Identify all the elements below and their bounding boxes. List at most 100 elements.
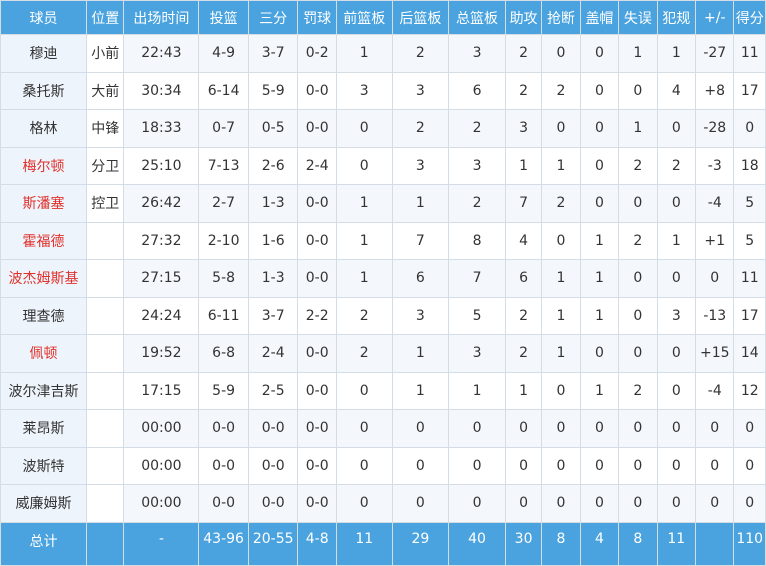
totals-minutes: - [123,521,200,566]
player-total-rebounds: 5 [448,296,506,335]
player-blocks: 0 [579,409,620,448]
player-total-rebounds: 0 [448,446,506,485]
player-defensive-rebounds: 2 [391,34,450,73]
player-name[interactable]: 波杰姆斯基 [0,259,87,298]
player-name[interactable]: 佩顿 [0,334,87,373]
col-header-field-goals: 投篮 [198,0,249,35]
player-three-pointers: 1-3 [247,259,299,298]
col-header-three-pointers: 三分 [247,0,299,35]
player-name[interactable]: 理查德 [0,296,87,335]
player-position [85,446,125,485]
player-total-rebounds: 2 [448,109,506,148]
player-three-pointers: 3-7 [247,34,299,73]
player-free-throws: 2-4 [297,146,337,185]
player-defensive-rebounds: 1 [391,371,450,410]
player-total-rebounds: 2 [448,184,506,223]
player-three-pointers: 2-6 [247,146,299,185]
box-score-table: 球员 位置 出场时间 投篮 三分 罚球 前篮板 后篮板 总篮板 助攻 抢断 盖帽… [0,0,766,566]
player-steals: 1 [541,146,581,185]
player-fouls: 2 [656,146,697,185]
player-minutes: 25:10 [123,146,200,185]
table-row: 梅尔顿 分卫 25:10 7-13 2-6 2-4 0 3 3 1 1 0 2 2 -3 18 [0,146,766,185]
player-points: 11 [733,259,766,298]
player-defensive-rebounds: 0 [391,484,450,523]
player-name[interactable]: 波斯特 [0,446,87,485]
player-free-throws: 0-0 [297,371,337,410]
player-assists: 2 [504,71,543,110]
player-name[interactable]: 莱昂斯 [0,409,87,448]
player-field-goals: 2-7 [198,184,249,223]
player-minutes: 30:34 [123,71,200,110]
col-header-points: 得分 [733,0,766,35]
player-field-goals: 4-9 [198,34,249,73]
player-name[interactable]: 斯潘塞 [0,184,87,223]
player-blocks: 0 [579,146,620,185]
player-position [85,409,125,448]
player-assists: 1 [504,371,543,410]
player-name[interactable]: 梅尔顿 [0,146,87,185]
player-points: 5 [733,184,766,223]
player-minutes: 26:42 [123,184,200,223]
player-plus-minus: -13 [695,296,735,335]
player-plus-minus: 0 [695,446,735,485]
player-field-goals: 0-0 [198,484,249,523]
player-turnovers: 0 [618,184,658,223]
player-offensive-rebounds: 3 [335,71,393,110]
table-row: 格林 中锋 18:33 0-7 0-5 0-0 0 2 2 3 0 0 1 0 -28 0 [0,109,766,148]
player-points: 18 [733,146,766,185]
player-defensive-rebounds: 7 [391,221,450,260]
player-name[interactable]: 威廉姆斯 [0,484,87,523]
player-turnovers: 0 [618,334,658,373]
player-total-rebounds: 0 [448,484,506,523]
player-field-goals: 6-11 [198,296,249,335]
player-minutes: 27:15 [123,259,200,298]
player-fouls: 0 [656,409,697,448]
player-offensive-rebounds: 0 [335,371,393,410]
player-offensive-rebounds: 1 [335,259,393,298]
player-steals: 0 [541,446,581,485]
player-blocks: 1 [579,259,620,298]
player-blocks: 1 [579,371,620,410]
player-assists: 1 [504,146,543,185]
player-position: 中锋 [85,109,125,148]
player-name[interactable]: 波尔津吉斯 [0,371,87,410]
player-name[interactable]: 格林 [0,109,87,148]
player-steals: 1 [541,334,581,373]
player-position [85,296,125,335]
player-assists: 7 [504,184,543,223]
totals-position [85,521,125,566]
player-plus-minus: 0 [695,259,735,298]
player-minutes: 00:00 [123,409,200,448]
col-header-steals: 抢断 [541,0,581,35]
totals-total-rebounds: 40 [448,521,506,566]
player-total-rebounds: 8 [448,221,506,260]
player-position: 小前 [85,34,125,73]
player-minutes: 18:33 [123,109,200,148]
player-minutes: 22:43 [123,34,200,73]
player-free-throws: 0-0 [297,109,337,148]
player-field-goals: 5-8 [198,259,249,298]
player-points: 12 [733,371,766,410]
totals-field-goals: 43-96 [198,521,249,566]
player-position: 大前 [85,71,125,110]
player-points: 0 [733,409,766,448]
player-points: 17 [733,296,766,335]
player-name[interactable]: 穆迪 [0,34,87,73]
player-fouls: 0 [656,259,697,298]
col-header-defensive-rebounds: 后篮板 [391,0,450,35]
player-field-goals: 6-8 [198,334,249,373]
player-three-pointers: 0-0 [247,484,299,523]
totals-offensive-rebounds: 11 [335,521,393,566]
player-defensive-rebounds: 2 [391,109,450,148]
player-total-rebounds: 0 [448,409,506,448]
totals-blocks: 4 [579,521,620,566]
player-free-throws: 0-0 [297,409,337,448]
player-defensive-rebounds: 1 [391,184,450,223]
player-free-throws: 0-0 [297,184,337,223]
player-three-pointers: 0-0 [247,409,299,448]
player-fouls: 0 [656,334,697,373]
player-name[interactable]: 霍福德 [0,221,87,260]
player-minutes: 19:52 [123,334,200,373]
player-name[interactable]: 桑托斯 [0,71,87,110]
player-offensive-rebounds: 2 [335,296,393,335]
